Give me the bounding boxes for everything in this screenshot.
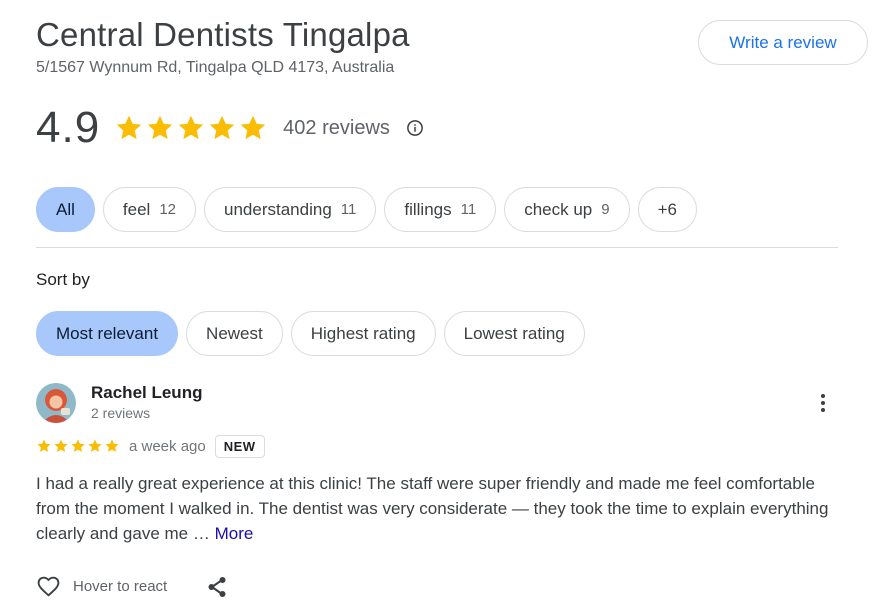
- topic-chip-count: 12: [159, 201, 177, 218]
- topic-chip[interactable]: +6: [637, 187, 697, 232]
- more-vert-icon[interactable]: [812, 390, 834, 416]
- review-count[interactable]: 402 reviews: [283, 117, 390, 140]
- topic-chips: All feel 12 understanding 11 fillings 11 check …: [36, 187, 697, 232]
- info-icon[interactable]: [406, 119, 424, 137]
- new-badge: NEW: [214, 434, 265, 458]
- sort-option[interactable]: Lowest rating: [443, 311, 585, 356]
- topic-chip[interactable]: understanding 11: [204, 187, 377, 232]
- topic-chip[interactable]: All: [36, 187, 95, 232]
- review-body: I had a really great experience at this …: [36, 474, 829, 543]
- sort-by-label: Sort by: [36, 270, 90, 289]
- star-icon: [88, 439, 102, 452]
- sort-option[interactable]: Newest: [186, 311, 283, 356]
- rating-stars: [114, 113, 268, 143]
- place-title: Central Dentists Tingalpa: [36, 16, 410, 53]
- star-icon: [105, 439, 119, 452]
- star-icon: [71, 439, 85, 452]
- review-meta: a week ago NEW: [36, 434, 265, 458]
- topic-chip[interactable]: check up 9: [504, 187, 630, 232]
- star-icon: [178, 115, 204, 140]
- rating-value: 4.9: [36, 103, 101, 152]
- topic-chip[interactable]: fillings 11: [384, 187, 497, 232]
- star-icon: [240, 115, 266, 140]
- rating-summary: 4.9 402 reviews: [36, 101, 424, 155]
- divider: [36, 247, 838, 248]
- topic-chip-label: +6: [657, 199, 677, 219]
- avatar[interactable]: [36, 383, 76, 423]
- topic-chip[interactable]: feel 12: [102, 187, 197, 232]
- review-text: I had a really great experience at this …: [36, 471, 848, 546]
- star-icon: [147, 115, 173, 140]
- write-review-button[interactable]: Write a review: [698, 20, 868, 65]
- star-icon: [54, 439, 68, 452]
- star-icon: [37, 439, 51, 452]
- sort-options: Most relevant Newest Highest rating Lowest …: [36, 311, 585, 356]
- reviewer-review-count: 2 reviews: [91, 405, 151, 421]
- more-link[interactable]: More: [215, 524, 254, 543]
- topic-chip-label: understanding: [224, 199, 332, 219]
- star-icon: [116, 115, 142, 140]
- topic-chip-count: 11: [460, 201, 477, 218]
- topic-chip-label: fillings: [404, 199, 452, 219]
- share-icon[interactable]: [205, 575, 229, 599]
- star-icon: [209, 115, 235, 140]
- sort-option[interactable]: Most relevant: [36, 311, 179, 356]
- topic-chip-count: 11: [340, 201, 357, 218]
- topic-chip-label: All: [56, 199, 75, 219]
- heart-icon[interactable]: [36, 574, 61, 599]
- review-stars: [36, 438, 120, 454]
- sort-option[interactable]: Highest rating: [290, 311, 436, 356]
- place-address: 5/1567 Wynnum Rd, Tingalpa QLD 4173, Aus…: [36, 59, 395, 76]
- reviewer-name[interactable]: Rachel Leung: [91, 383, 202, 403]
- review-actions: Hover to react: [36, 574, 229, 599]
- react-label: Hover to react: [73, 578, 168, 595]
- review-date: a week ago: [129, 437, 206, 455]
- topic-chip-label: feel: [122, 199, 151, 219]
- topic-chip-count: 9: [601, 201, 610, 218]
- topic-chip-label: check up: [524, 199, 593, 219]
